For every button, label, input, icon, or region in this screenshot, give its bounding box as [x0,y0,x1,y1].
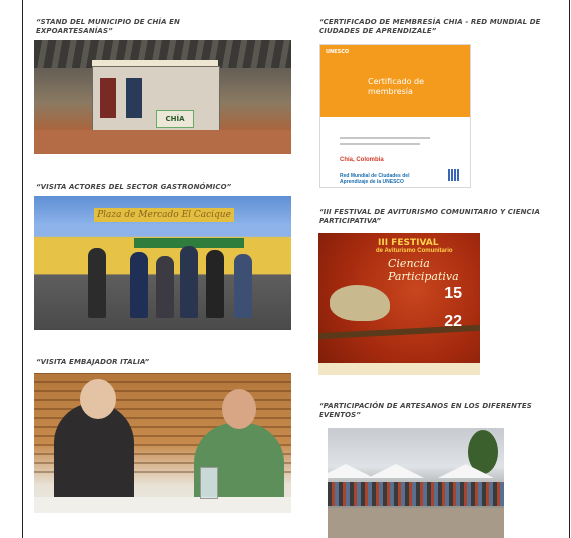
ambassador-photo [34,373,291,513]
certificate-title: Certificado de membresía [368,77,425,96]
certificate-network: Red Mundial de Ciudades del Aprendizaje … [340,173,410,185]
poster-date-1: 15 [444,285,462,302]
festival-poster: III FESTIVAL de Aviturismo Comunitario C… [318,233,480,375]
booth-sign: CHÍA [156,110,194,128]
caption-artisans: “PARTICIPACIÓN DE ARTESANOS EN LOS DIFER… [319,402,532,419]
certificate-image: UNESCO Certificado de membresía Chía, Co… [319,44,471,188]
tent [328,464,374,478]
person [206,250,224,318]
poster-script: Ciencia Participativa [388,257,459,283]
market-sign: Plaza de Mercado El Cacique [94,208,234,222]
unesco-logo: UNESCO [326,49,350,55]
poster-footer [318,363,480,375]
floor [34,130,291,154]
person [180,246,198,318]
caption-festival: “III FESTIVAL DE AVITURISMO COMUNITARIO … [319,208,541,225]
caption-certificate: “CERTIFICADO DE MEMBRESÍA CHIA - RED MUN… [319,18,541,35]
person [234,254,252,318]
person-head [222,389,256,429]
person [88,248,106,318]
text-line [340,137,430,139]
booth-panel [126,78,142,118]
person-head [80,379,116,419]
certificate-city: Chía, Colombia [340,157,384,163]
person [156,256,174,318]
water-glass [200,467,218,499]
plaza-ground [328,508,504,538]
poster-edition: III FESTIVAL [378,238,439,248]
poster-date-2: 22 [444,313,462,330]
artisans-photo [328,428,504,538]
gastro-photo: Plaza de Mercado El Cacique [34,196,291,330]
booth-panel [100,78,116,118]
text-line [340,143,420,145]
stand-photo: CHÍA [34,40,291,154]
crowd [328,482,504,506]
poster-subtitle: de Aviturismo Comunitario [376,248,453,254]
bird-image [330,285,390,321]
caption-gastro: “VISITA ACTORES DEL SECTOR GASTRONÓMICO” [36,183,232,191]
table [34,497,291,513]
caption-stand: “STAND DEL MUNICIPIO DE CHÍA EN EXPOARTE… [36,18,180,35]
caption-ambassador: “VISITA EMBAJADOR ITALIA” [36,358,150,366]
tent [368,464,424,478]
qr-code-icon [448,169,460,181]
person [130,252,148,318]
